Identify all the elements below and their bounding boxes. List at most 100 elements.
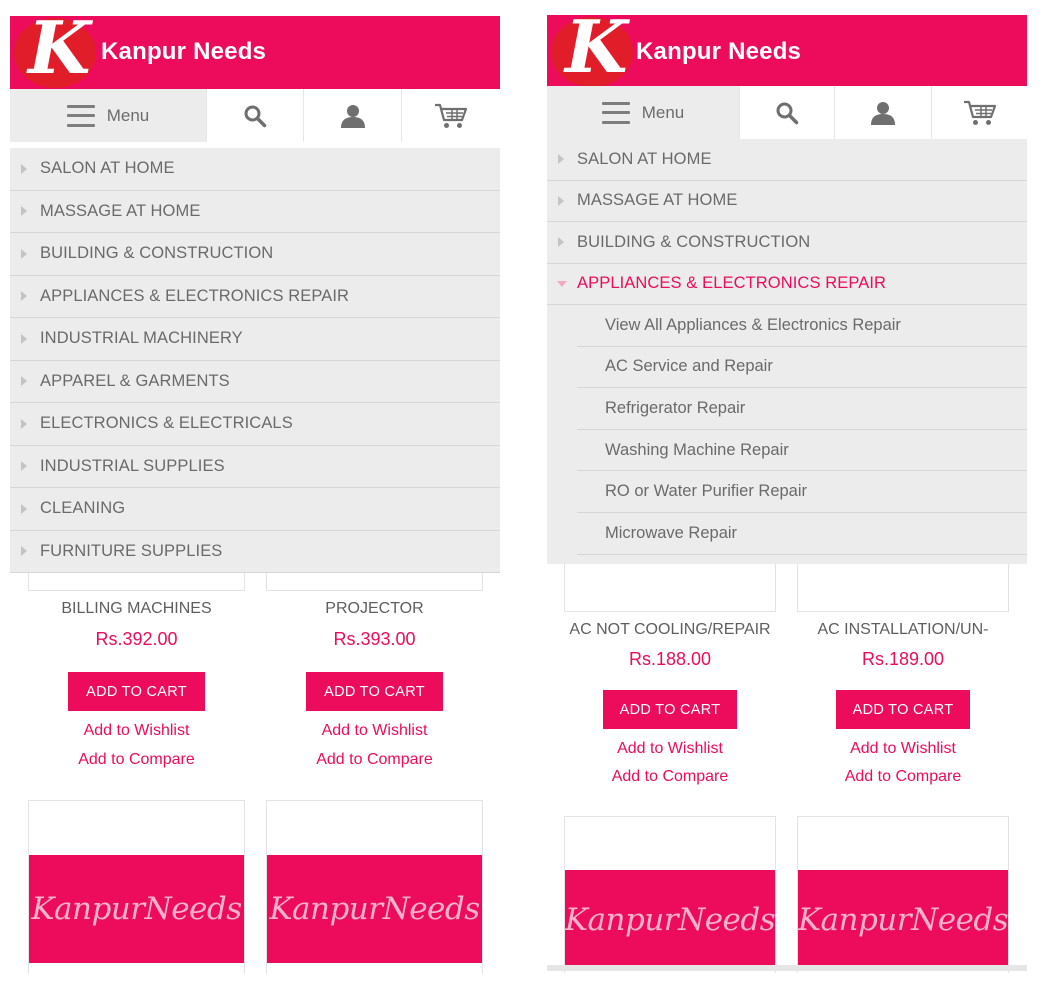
add-to-wishlist-link[interactable]: Add to Wishlist — [792, 740, 1014, 758]
category-item[interactable]: BUILDING & CONSTRUCTION — [547, 222, 1027, 264]
caret-right-icon — [21, 333, 27, 344]
category-item[interactable]: BUILDING & CONSTRUCTION — [10, 233, 500, 276]
search-button[interactable] — [206, 89, 303, 142]
add-to-wishlist-link[interactable]: Add to Wishlist — [266, 722, 483, 740]
product-name[interactable]: AC INSTALLATION/UN- — [792, 621, 1014, 639]
caret-right-icon — [21, 461, 27, 472]
subcategory-label: Refrigerator Repair — [605, 398, 746, 417]
product-item: AC NOT COOLING/REPAIR Rs.188.00 ADD TO C… — [559, 615, 781, 805]
product-card[interactable]: KanpurNeeds — [266, 800, 483, 974]
product-card[interactable]: KanpurNeeds — [28, 800, 245, 974]
add-to-wishlist-link[interactable]: Add to Wishlist — [559, 740, 781, 758]
category-label: INDUSTRIAL SUPPLIES — [40, 456, 225, 475]
product-card[interactable]: KanpurNeeds — [797, 816, 1009, 973]
product-image-placeholder: KanpurNeeds — [267, 855, 482, 963]
category-item[interactable]: SALON AT HOME — [10, 148, 500, 191]
category-item[interactable]: SALON AT HOME — [547, 139, 1027, 181]
subcategory-item[interactable]: Washing Machine Repair — [577, 430, 1027, 472]
user-icon — [340, 104, 365, 128]
category-label: APPAREL & GARMENTS — [40, 371, 230, 390]
category-item[interactable]: MASSAGE AT HOME — [547, 181, 1027, 222]
cart-button[interactable] — [401, 89, 500, 142]
add-to-cart-button[interactable]: ADD TO CART — [603, 690, 737, 729]
caret-down-icon — [557, 280, 567, 287]
product-price: Rs.189.00 — [861, 649, 945, 669]
category-label: CLEANING — [40, 499, 126, 518]
add-to-compare-link[interactable]: Add to Compare — [28, 751, 245, 769]
footer-strip — [547, 965, 1027, 971]
subcategory-item[interactable]: AC Service and Repair — [577, 347, 1027, 389]
subcategory-label: AC Service and Repair — [605, 357, 773, 376]
category-item[interactable]: MASSAGE AT HOME — [10, 191, 500, 233]
category-label: FURNITURE SUPPLIES — [40, 541, 223, 560]
brand-watermark: KanpurNeeds — [269, 891, 480, 927]
product-price: Rs.188.00 — [628, 649, 712, 669]
menu-label: Menu — [641, 102, 685, 122]
category-label: SALON AT HOME — [40, 159, 175, 178]
add-to-cart-button[interactable]: ADD TO CART — [68, 672, 205, 711]
add-to-cart-button[interactable]: ADD TO CART — [306, 672, 443, 711]
brand-name[interactable]: Kanpur Needs — [101, 38, 266, 66]
add-to-compare-link[interactable]: Add to Compare — [266, 751, 483, 769]
hamburger-icon — [601, 101, 630, 124]
caret-right-icon — [21, 248, 27, 259]
category-item[interactable]: CLEANING — [10, 488, 500, 531]
logo[interactable]: K — [551, 15, 633, 87]
menu-button[interactable]: Menu — [10, 89, 206, 142]
caret-right-icon — [21, 163, 27, 174]
cart-button[interactable] — [931, 86, 1027, 139]
caret-right-icon — [21, 418, 27, 429]
subcategory-item[interactable]: View All Appliances & Electronics Repair — [577, 305, 1027, 347]
category-item[interactable]: FURNITURE SUPPLIES — [10, 531, 500, 573]
product-card[interactable]: KanpurNeeds — [564, 816, 776, 973]
add-to-compare-link[interactable]: Add to Compare — [559, 768, 781, 786]
category-label: MASSAGE AT HOME — [577, 191, 738, 210]
product-item: BILLING MACHINES Rs.392.00 ADD TO CART A… — [28, 596, 245, 796]
add-to-wishlist-link[interactable]: Add to Wishlist — [28, 722, 245, 740]
account-button[interactable] — [303, 89, 401, 142]
product-image-placeholder: KanpurNeeds — [29, 855, 244, 963]
category-label: ELECTRONICS & ELECTRICALS — [40, 414, 293, 433]
menu-label: Menu — [106, 105, 150, 125]
brand-watermark: KanpurNeeds — [564, 902, 776, 938]
subcategory-item[interactable]: Microwave Repair — [577, 513, 1027, 555]
caret-right-icon — [21, 503, 27, 514]
site-header: K Kanpur Needs — [547, 15, 1027, 87]
category-item-expanded[interactable]: APPLIANCES & ELECTRONICS REPAIR — [547, 264, 1027, 305]
product-item: AC INSTALLATION/UN- Rs.189.00 ADD TO CAR… — [792, 615, 1014, 805]
cart-icon — [963, 100, 996, 125]
product-name[interactable]: PROJECTOR — [266, 600, 483, 618]
product-name[interactable]: BILLING MACHINES — [28, 600, 245, 618]
left-screen: K Kanpur Needs Menu BILLING MACHINES Rs.… — [10, 16, 500, 974]
category-label: APPLIANCES & ELECTRONICS REPAIR — [40, 286, 350, 305]
caret-right-icon — [558, 195, 564, 206]
subcategory-label: Washing Machine Repair — [605, 440, 789, 459]
product-name[interactable]: AC NOT COOLING/REPAIR — [559, 621, 781, 639]
add-to-cart-button[interactable]: ADD TO CART — [836, 690, 970, 729]
subcategory-item[interactable]: Refrigerator Repair — [577, 388, 1027, 430]
category-item[interactable]: APPLIANCES & ELECTRONICS REPAIR — [10, 276, 500, 318]
brand-name[interactable]: Kanpur Needs — [636, 38, 801, 66]
brand-watermark: KanpurNeeds — [797, 902, 1009, 938]
right-screen: K Kanpur Needs Menu AC NOT COOLING/REPAI… — [547, 15, 1027, 973]
category-item[interactable]: APPAREL & GARMENTS — [10, 361, 500, 403]
category-label: SALON AT HOME — [577, 149, 712, 168]
category-label: BUILDING & CONSTRUCTION — [577, 232, 811, 251]
toolbar: Menu — [547, 86, 1027, 139]
caret-right-icon — [21, 291, 27, 302]
subcategory-item[interactable]: RO or Water Purifier Repair — [577, 471, 1027, 513]
product-price: Rs.393.00 — [333, 629, 416, 649]
product-price: Rs.392.00 — [95, 629, 178, 649]
caret-right-icon — [21, 206, 27, 217]
search-button[interactable] — [739, 86, 834, 139]
logo[interactable]: K — [14, 16, 96, 88]
account-button[interactable] — [834, 86, 931, 139]
menu-button[interactable]: Menu — [547, 86, 739, 139]
category-item[interactable]: INDUSTRIAL SUPPLIES — [10, 446, 500, 488]
add-to-compare-link[interactable]: Add to Compare — [792, 768, 1014, 786]
category-item[interactable]: INDUSTRIAL MACHINERY — [10, 318, 500, 361]
category-item[interactable]: ELECTRONICS & ELECTRICALS — [10, 403, 500, 446]
product-image-placeholder: KanpurNeeds — [564, 870, 776, 970]
site-header: K Kanpur Needs — [10, 16, 500, 89]
search-icon — [244, 105, 267, 127]
